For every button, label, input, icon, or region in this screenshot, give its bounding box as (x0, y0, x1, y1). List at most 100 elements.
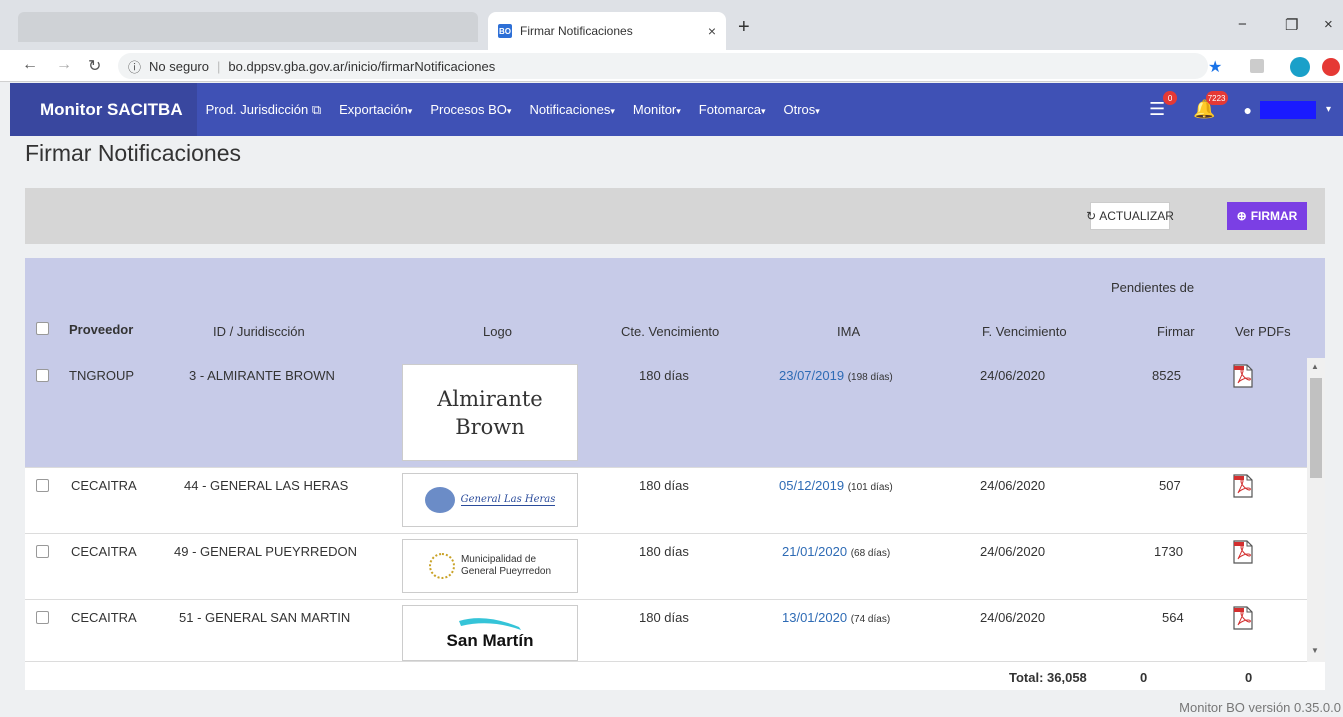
cell-fvenc: 24/06/2020 (980, 368, 1046, 383)
bell-icon[interactable]: 🔔 7223 (1193, 91, 1228, 120)
cell-fvenc: 24/06/2020 (980, 544, 1046, 559)
header-ima[interactable]: IMA (837, 324, 860, 339)
caret-down-icon: ▾ (676, 106, 681, 116)
header-id[interactable]: ID / Juridiscción (213, 324, 305, 339)
caret-down-icon: ▾ (815, 106, 820, 116)
caret-down-icon: ▾ (610, 106, 615, 116)
shield-icon (424, 487, 455, 513)
pdf-icon[interactable] (1232, 606, 1254, 630)
menu-monitor[interactable]: Monitor▾ (624, 102, 690, 117)
refresh-button[interactable]: ↻ ACTUALIZAR (1086, 202, 1174, 230)
maximize-button[interactable]: ❐ (1285, 16, 1298, 34)
tasks-icon[interactable]: ☰ 0 (1149, 91, 1178, 120)
cell-ima: 21/01/2020 (68 días) (782, 544, 890, 559)
ima-date-link[interactable]: 23/07/2019 (779, 368, 844, 383)
menu-prod-jurisdiccion[interactable]: Prod. Jurisdicción ⧉ (197, 102, 331, 118)
sign-button[interactable]: ⊕ FIRMAR (1227, 202, 1307, 230)
row-checkbox[interactable] (36, 545, 49, 558)
caret-down-icon: ▾ (1325, 104, 1331, 115)
extension-red-icon[interactable] (1322, 58, 1340, 76)
browser-tab-blank[interactable] (18, 12, 478, 42)
version-label: Monitor BO versión 0.35.0.0 (1179, 700, 1341, 715)
cell-cte: 180 días (639, 544, 689, 559)
ima-days: (74 días) (850, 614, 891, 625)
cell-fvenc: 24/06/2020 (980, 610, 1046, 625)
extension-globe-icon[interactable] (1290, 57, 1310, 77)
external-link-icon: ⧉ (311, 101, 322, 117)
cell-pendientes: 1730 (1154, 544, 1183, 559)
table-row[interactable]: TNGROUP 3 - ALMIRANTE BROWN Almirante Br… (25, 358, 1307, 468)
plus-circle-icon: ⊕ (1236, 209, 1247, 223)
logo-almirante-brown: Almirante Brown (402, 364, 578, 461)
scroll-up-icon[interactable]: ▲ (1311, 362, 1319, 371)
menu-fotomarca[interactable]: Fotomarca▾ (690, 102, 775, 117)
tab-close-icon[interactable]: × (708, 23, 716, 39)
pdf-icon[interactable] (1232, 364, 1254, 388)
menu-procesos-bo[interactable]: Procesos BO▾ (421, 102, 520, 117)
forward-arrow-icon[interactable]: → (56, 56, 72, 74)
ima-date-link[interactable]: 05/12/2019 (779, 478, 844, 493)
cell-ima: 13/01/2020 (74 días) (782, 610, 890, 625)
logo-text: Municipalidad de General Pueyrredon (461, 554, 551, 578)
header-proveedor[interactable]: Proveedor (69, 322, 133, 337)
table-row[interactable]: CECAITRA 51 - GENERAL SAN MARTIN San Mar… (25, 600, 1307, 662)
ima-days: (101 días) (847, 482, 893, 493)
logo-san-martin: San Martín (402, 605, 578, 661)
brand-link[interactable]: Monitor SACITBA (10, 83, 197, 136)
cell-cte: 180 días (639, 610, 689, 625)
header-logo: Logo (483, 324, 512, 339)
user-menu[interactable]: ● ▾ (1244, 100, 1343, 119)
close-window-button[interactable]: × (1324, 16, 1333, 33)
pdf-icon[interactable] (1232, 474, 1254, 498)
notifications-table: Proveedor ID / Juridiscción Logo Cte. Ve… (25, 258, 1325, 690)
pdf-icon[interactable] (1232, 540, 1254, 564)
caret-down-icon: ▾ (506, 106, 512, 116)
caret-down-icon: ▾ (407, 106, 413, 116)
user-name-redacted (1259, 100, 1316, 119)
tasks-badge: 0 (1163, 91, 1178, 105)
row-checkbox[interactable] (36, 479, 49, 492)
ima-date-link[interactable]: 13/01/2020 (782, 610, 847, 625)
table-row[interactable]: CECAITRA 44 - GENERAL LAS HERAS General … (25, 468, 1307, 534)
ima-days: (68 días) (850, 548, 891, 559)
sign-label: FIRMAR (1250, 209, 1298, 223)
main-menu: Prod. Jurisdicción ⧉ Exportación▾ Proces… (197, 102, 829, 118)
row-checkbox[interactable] (36, 611, 49, 624)
menu-exportacion[interactable]: Exportación▾ (330, 102, 421, 117)
minimize-button[interactable]: − (1238, 16, 1247, 33)
menu-label: Procesos BO (430, 102, 507, 117)
menu-label: Otros (783, 102, 816, 117)
header-pendientes-firmar[interactable]: Firmar (1157, 324, 1195, 339)
menu-otros[interactable]: Otros▾ (774, 102, 828, 117)
table-row[interactable]: CECAITRA 49 - GENERAL PUEYRREDON Municip… (25, 534, 1307, 600)
scroll-thumb[interactable] (1310, 378, 1322, 478)
scroll-down-icon[interactable]: ▼ (1311, 646, 1319, 655)
ima-date-link[interactable]: 21/01/2020 (782, 544, 847, 559)
footer-total: Total: 36,058 (1009, 670, 1087, 685)
new-tab-button[interactable]: + (738, 16, 750, 39)
logo-general-las-heras: General Las Heras (402, 473, 578, 527)
cell-id: 3 - ALMIRANTE BROWN (189, 368, 335, 383)
back-arrow-icon[interactable]: ← (22, 56, 38, 74)
app-navbar: Monitor SACITBA Prod. Jurisdicción ⧉ Exp… (10, 83, 1343, 136)
menu-label: Exportación (339, 102, 408, 117)
ima-days: (198 días) (847, 372, 893, 383)
select-all-checkbox[interactable] (36, 322, 49, 335)
menu-notificaciones[interactable]: Notificaciones▾ (520, 102, 623, 117)
table-scrollbar[interactable]: ▲ ▼ (1307, 358, 1325, 662)
url-text: bo.dppsv.gba.gov.ar/inicio/firmarNotific… (228, 58, 496, 74)
logo-text: Almirante Brown (437, 386, 543, 439)
info-icon[interactable]: ⓘ (128, 57, 141, 76)
cell-id: 51 - GENERAL SAN MARTIN (179, 610, 351, 625)
bookmark-star-icon[interactable]: ★ (1208, 57, 1222, 77)
header-f-vencimiento[interactable]: F. Vencimiento (982, 324, 1067, 339)
header-cte-vencimiento[interactable]: Cte. Vencimiento (621, 324, 719, 339)
reload-icon[interactable]: ↻ (88, 56, 101, 76)
cell-pendientes: 564 (1162, 610, 1184, 625)
browser-tab-active[interactable]: BO Firmar Notificaciones × (488, 12, 726, 50)
cell-ima: 23/07/2019 (198 días) (779, 368, 893, 383)
extension-icon[interactable] (1250, 59, 1264, 73)
url-input[interactable]: ⓘ No seguro | bo.dppsv.gba.gov.ar/inicio… (118, 53, 1208, 79)
row-checkbox[interactable] (36, 369, 49, 382)
table-header: Proveedor ID / Juridiscción Logo Cte. Ve… (25, 258, 1325, 358)
